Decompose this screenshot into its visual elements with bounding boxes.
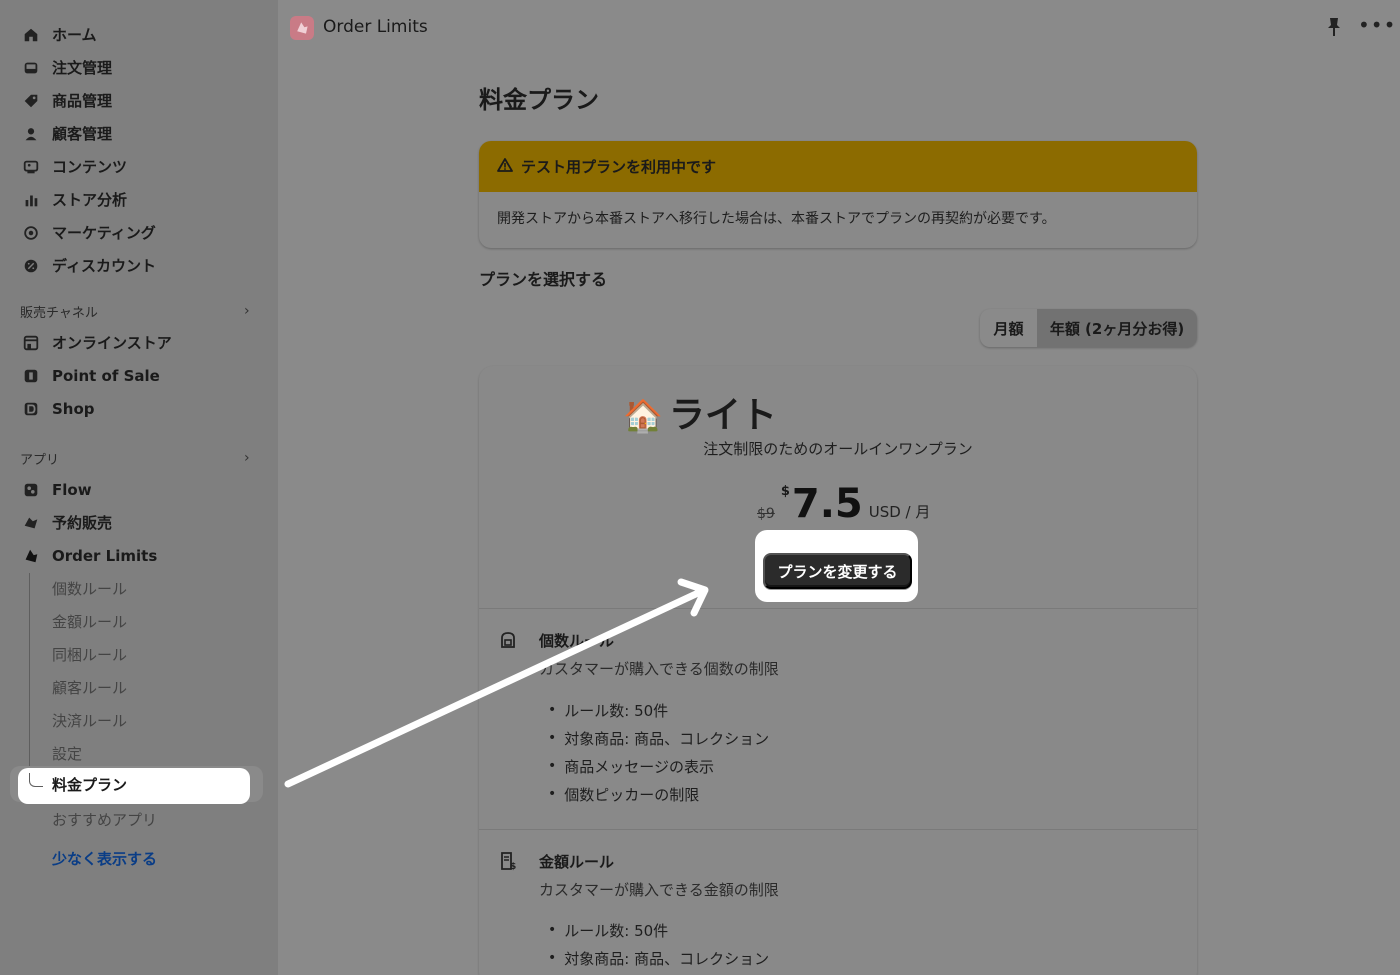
app-topbar: Order Limits •••	[278, 0, 1400, 55]
pos-icon	[20, 365, 42, 387]
divider	[479, 829, 1197, 830]
sidebar-subitem-payment-rules[interactable]: 決済ルール	[0, 704, 278, 737]
feature-description: カスタマーが購入できる個数の制限	[539, 660, 779, 678]
lock-bag-icon	[498, 630, 518, 650]
list-item: 対象商品: 商品、コレクション	[548, 724, 769, 752]
apps-heading[interactable]: アプリ ›	[0, 443, 278, 473]
more-options-icon[interactable]: •••	[1358, 13, 1396, 37]
sidebar-item-online-store[interactable]: オンラインストア	[0, 326, 278, 359]
sidebar-subitem-pricing-plan[interactable]: 料金プラン	[52, 772, 127, 796]
plan-name: 🏠 ライト	[623, 395, 777, 436]
sidebar-item-label: 予約販売	[52, 514, 113, 532]
change-plan-button[interactable]: プランを変更する	[763, 553, 912, 589]
list-item: ルール数: 50件	[548, 916, 769, 944]
test-plan-banner: テスト用プランを利用中です 開発ストアから本番ストアへ移行した場合は、本番ストア…	[479, 141, 1197, 248]
sidebar-item-label: ストア分析	[52, 191, 128, 209]
sidebar-subitem-amount-rules[interactable]: 金額ルール	[0, 605, 278, 638]
discount-icon	[20, 255, 42, 277]
svg-text:$: $	[510, 862, 516, 871]
sidebar-subitem-customer-rules[interactable]: 顧客ルール	[0, 671, 278, 704]
sidebar-item-discounts[interactable]: ディスカウント	[0, 249, 278, 282]
sidebar-item-label: 商品管理	[52, 92, 113, 110]
flow-icon	[20, 479, 42, 501]
sidebar-item-analytics[interactable]: ストア分析	[0, 183, 278, 216]
house-icon: 🏠	[623, 397, 663, 435]
plan-description: 注文制限のためのオールインワンプラン	[703, 440, 973, 458]
sidebar-item-label: Flow	[52, 480, 92, 499]
billing-monthly-option[interactable]: 月額	[980, 309, 1037, 347]
warning-icon	[497, 157, 521, 177]
bar-chart-icon	[20, 189, 42, 211]
plan-select-heading: プランを選択する	[479, 270, 608, 289]
sidebar-item-label: オンラインストア	[52, 334, 172, 352]
feature-bullets: ルール数: 50件 対象商品: 商品、コレクション 商品メッセージの表示 個数ピ…	[548, 696, 769, 808]
sidebar-subitem-quantity-rules[interactable]: 個数ルール	[0, 572, 278, 605]
sidebar-subitem-bundle-rules[interactable]: 同梱ルール	[0, 638, 278, 671]
page-title: 料金プラン	[479, 86, 599, 114]
show-less-link[interactable]: 少なく表示する	[52, 848, 157, 869]
banner-header: テスト用プランを利用中です	[479, 141, 1197, 192]
home-icon	[20, 24, 42, 46]
divider	[479, 608, 1197, 609]
target-icon	[20, 222, 42, 244]
list-item: ルール数: 50件	[548, 696, 769, 724]
list-item: 対象商品: 商品、コレクション	[548, 944, 769, 972]
sidebar-item-content[interactable]: コンテンツ	[0, 150, 278, 183]
chevron-right-icon: ›	[244, 450, 250, 466]
app-logo	[290, 16, 314, 40]
subnav-tree-hook	[29, 773, 43, 787]
sidebar-item-customers[interactable]: 顧客管理	[0, 117, 278, 150]
tag-icon	[20, 90, 42, 112]
price-unit: USD / 月	[868, 503, 931, 521]
sidebar-item-products[interactable]: 商品管理	[0, 84, 278, 117]
price-value: 7.5	[791, 481, 863, 527]
currency-symbol: $	[780, 484, 790, 499]
list-item: 商品メッセージの表示	[548, 752, 769, 780]
sales-channels-heading[interactable]: 販売チャネル ›	[0, 296, 278, 326]
sidebar-item-label: 注文管理	[52, 59, 113, 77]
banner-title: テスト用プランを利用中です	[521, 158, 717, 176]
sidebar-item-label: マーケティング	[52, 224, 156, 242]
feature-title: 個数ルール	[539, 632, 615, 650]
preorder-icon	[20, 512, 42, 534]
pin-icon[interactable]	[1324, 16, 1344, 38]
feature-description: カスタマーが購入できる金額の制限	[539, 881, 779, 899]
sidebar-item-home[interactable]: ホーム	[0, 18, 278, 51]
order-limits-icon	[20, 545, 42, 567]
sidebar-item-preorder[interactable]: 予約販売	[0, 506, 278, 539]
inbox-icon	[20, 57, 42, 79]
old-price: $9	[757, 506, 775, 522]
banner-body: 開発ストアから本番ストアへ移行した場合は、本番ストアでプランの再契約が必要です。	[497, 211, 1056, 227]
list-item: 個数ピッカーの制限	[548, 780, 769, 808]
sidebar-item-label: ディスカウント	[52, 257, 156, 275]
content-icon	[20, 156, 42, 178]
subnav-tree-line	[29, 573, 30, 781]
chevron-right-icon: ›	[244, 303, 250, 319]
price-block: $9 $ 7.5 USD / 月	[757, 484, 930, 524]
app-title: Order Limits	[323, 17, 428, 37]
sidebar-item-flow[interactable]: Flow	[0, 473, 278, 506]
billing-toggle: 月額 年額 (2ヶ月分お得)	[980, 309, 1197, 347]
sidebar-item-label: 顧客管理	[52, 125, 113, 143]
sidebar-item-label: Order Limits	[52, 546, 158, 565]
sidebar-item-order-limits[interactable]: Order Limits	[0, 539, 278, 572]
storefront-icon	[20, 332, 42, 354]
sidebar: ホーム 注文管理 商品管理 顧客管理 コンテンツ ストア分析 マーケティング デ…	[0, 0, 278, 975]
sidebar-item-label: コンテンツ	[52, 158, 128, 176]
sidebar-item-orders[interactable]: 注文管理	[0, 51, 278, 84]
receipt-dollar-icon: $	[498, 851, 518, 872]
billing-yearly-option[interactable]: 年額 (2ヶ月分お得)	[1037, 309, 1197, 347]
sidebar-item-marketing[interactable]: マーケティング	[0, 216, 278, 249]
sidebar-item-label: ホーム	[52, 26, 97, 44]
feature-title: 金額ルール	[539, 853, 615, 871]
person-icon	[20, 123, 42, 145]
feature-bullets: ルール数: 50件 対象商品: 商品、コレクション	[548, 916, 769, 972]
sidebar-subitem-recommended-apps[interactable]: おすすめアプリ	[0, 803, 278, 836]
sidebar-item-label: Point of Sale	[52, 366, 160, 385]
